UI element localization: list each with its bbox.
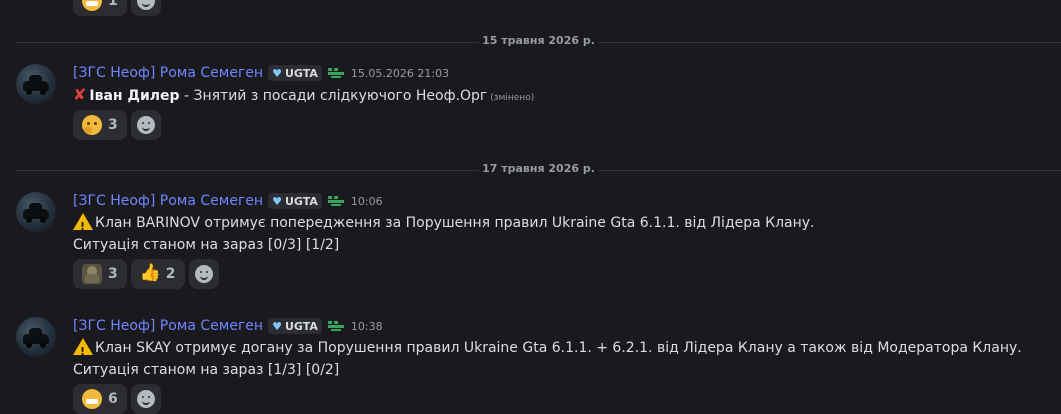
- heart-icon: ♥: [272, 194, 282, 208]
- mentioned-name: Іван Дилер: [89, 88, 180, 104]
- heart-icon: ♥: [272, 66, 282, 80]
- role-icon[interactable]: [327, 68, 344, 78]
- reaction-thumbs-up[interactable]: 2: [130, 259, 185, 289]
- add-reaction-button[interactable]: [130, 0, 161, 16]
- reaction-count: 2: [165, 266, 176, 282]
- add-reaction-icon: [194, 265, 213, 283]
- add-reaction-button[interactable]: [130, 110, 161, 140]
- message-header: [ЗГС Неоф] Рома Семеген ♥ UGTA 10:06: [73, 191, 383, 211]
- soldier-emoji-icon: [82, 264, 102, 284]
- thinking-face-emoji-icon: [82, 115, 102, 135]
- timestamp[interactable]: 15.05.2026 21:03: [351, 67, 449, 80]
- cross-mark-icon: ✘: [73, 85, 87, 104]
- message-content: Клан SKAY отримує догану за Порушення пр…: [73, 337, 1022, 381]
- role-icon[interactable]: [327, 196, 344, 206]
- warning-icon: [73, 338, 93, 363]
- message-text-line2: Ситуація станом на зараз [0/3] [1/2]: [73, 237, 340, 253]
- message-text-line2: Ситуація станом на зараз [1/3] [0/2]: [73, 362, 340, 378]
- reaction-soldier[interactable]: 3: [73, 259, 127, 289]
- date-divider-label: 15 травня 2026 р.: [478, 34, 599, 47]
- laughing-emoji-icon: [82, 0, 102, 11]
- add-reaction-icon: [136, 0, 155, 10]
- message-text: - Знятий з посади слідкуючого Неоф.Орг: [179, 88, 488, 104]
- avatar[interactable]: [16, 64, 56, 104]
- reaction-laughing[interactable]: 1: [73, 0, 127, 16]
- thumbs-up-emoji-icon: [140, 263, 161, 284]
- timestamp[interactable]: 10:06: [351, 195, 383, 208]
- reaction-grinning[interactable]: 6: [73, 384, 127, 414]
- reactions: 6: [73, 384, 161, 414]
- date-divider: 17 травня 2026 р.: [16, 162, 1061, 175]
- message-header: [ЗГС Неоф] Рома Семеген ♥ UGTA 15.05.202…: [73, 63, 449, 83]
- add-reaction-button[interactable]: [188, 259, 219, 289]
- heart-icon: ♥: [272, 319, 282, 333]
- reaction-thinking[interactable]: 3: [73, 110, 127, 140]
- grinning-emoji-icon: [82, 389, 102, 409]
- message-text: Клан BARINOV отримує попередження за Пор…: [95, 215, 815, 231]
- username[interactable]: [ЗГС Неоф] Рома Семеген: [73, 318, 263, 334]
- add-reaction-button[interactable]: [130, 384, 161, 414]
- date-divider: 15 травня 2026 р.: [16, 34, 1061, 47]
- edited-label: (змінено): [490, 93, 535, 103]
- guild-tag[interactable]: ♥ UGTA: [268, 318, 322, 334]
- role-icon[interactable]: [327, 321, 344, 331]
- guild-tag[interactable]: ♥ UGTA: [268, 193, 322, 209]
- reaction-count: 3: [108, 266, 118, 282]
- reactions: 3 2: [73, 259, 219, 289]
- add-reaction-icon: [136, 390, 155, 408]
- message-content: Клан BARINOV отримує попередження за Пор…: [73, 212, 815, 256]
- warning-icon: [73, 213, 93, 238]
- guild-tag-label: UGTA: [284, 66, 318, 80]
- reaction-count: 3: [108, 117, 118, 133]
- date-divider-label: 17 травня 2026 р.: [478, 162, 599, 175]
- avatar[interactable]: [16, 192, 56, 232]
- username[interactable]: [ЗГС Неоф] Рома Семеген: [73, 65, 263, 81]
- timestamp[interactable]: 10:38: [351, 320, 383, 333]
- guild-tag-label: UGTA: [284, 194, 318, 208]
- guild-tag-label: UGTA: [284, 319, 318, 333]
- message-header: [ЗГС Неоф] Рома Семеген ♥ UGTA 10:38: [73, 316, 383, 336]
- reaction-count: 1: [108, 0, 118, 9]
- previous-message-reactions: 1: [73, 0, 161, 16]
- avatar[interactable]: [16, 317, 56, 357]
- reactions: 3: [73, 110, 161, 140]
- username[interactable]: [ЗГС Неоф] Рома Семеген: [73, 193, 263, 209]
- message-text: Клан SKAY отримує догану за Порушення пр…: [95, 340, 1022, 356]
- reaction-count: 6: [108, 391, 118, 407]
- guild-tag[interactable]: ♥ UGTA: [268, 65, 322, 81]
- add-reaction-icon: [136, 116, 155, 134]
- message-content: ✘ Іван Дилер - Знятий з посади слідкуючог…: [73, 84, 534, 109]
